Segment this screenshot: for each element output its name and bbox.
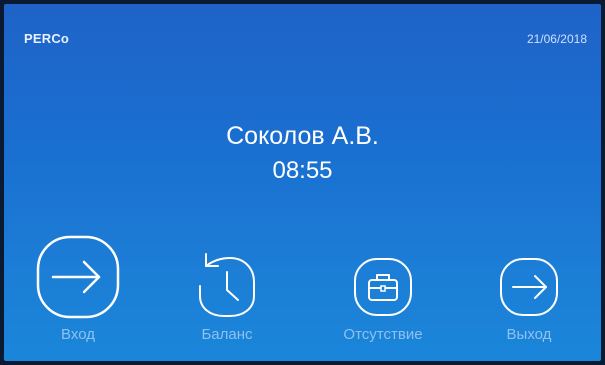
briefcase-icon <box>354 258 412 316</box>
clock-history-icon <box>199 253 255 317</box>
absence-label: Отсутствие <box>343 326 423 343</box>
enter-button[interactable]: Вход <box>18 230 138 350</box>
user-name: Соколов А.В. <box>226 122 379 150</box>
date-display: 21/06/2018 <box>526 32 587 46</box>
current-time: 08:55 <box>272 157 333 184</box>
perco-logo: PERCo <box>24 31 70 46</box>
exit-label: Выход <box>506 326 552 343</box>
logout-arrow-icon <box>500 258 558 316</box>
balance-label: Баланс <box>201 326 253 343</box>
balance-button[interactable]: Баланс <box>167 230 287 350</box>
exit-button[interactable]: Выход <box>469 230 589 350</box>
absence-button[interactable]: Отсутствие <box>323 230 443 350</box>
enter-label: Вход <box>61 326 95 343</box>
login-arrow-icon <box>36 235 120 319</box>
